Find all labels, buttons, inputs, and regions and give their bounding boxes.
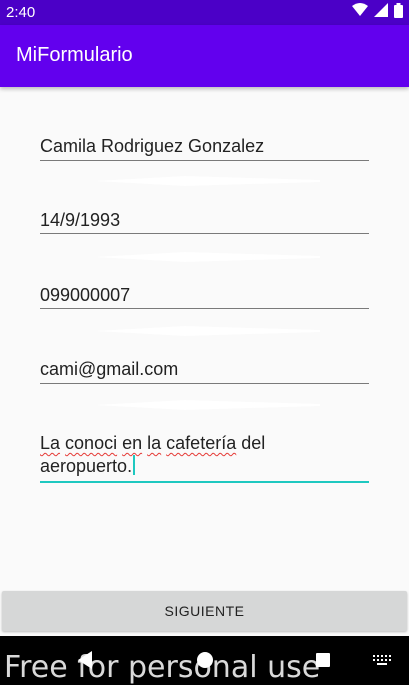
status-bar: 2:40 [0, 0, 409, 25]
description-field-underline [40, 481, 369, 483]
description-word: La [40, 433, 61, 453]
email-field-underline [40, 383, 369, 384]
recents-icon[interactable] [314, 650, 332, 675]
status-icons [352, 2, 403, 23]
birthdate-field-value: 14/9/1993 [40, 210, 121, 230]
description-field-value: La conoci en la cafetería del aeropuerto… [40, 432, 340, 478]
app-title: MiFormulario [16, 44, 133, 66]
name-field-underline [40, 160, 369, 161]
description-word: aeropuerto. [40, 456, 133, 476]
name-field-value: Camila Rodriguez Gonzalez [40, 136, 265, 156]
phone-field[interactable]: 099000007 [40, 284, 369, 309]
description-word: en [122, 433, 143, 453]
name-field[interactable]: Camila Rodriguez Gonzalez [40, 135, 369, 161]
email-field[interactable]: cami@gmail.com [40, 358, 369, 384]
keyboard-icon[interactable] [372, 654, 392, 673]
description-word: del [241, 433, 266, 453]
text-cursor [133, 455, 136, 475]
description-word: conoci [65, 433, 118, 453]
next-button[interactable]: SIGUIENTE [2, 591, 407, 631]
wifi-icon [352, 3, 368, 22]
ripple-artifact [95, 252, 320, 262]
birthdate-field[interactable]: 14/9/1993 [40, 209, 369, 234]
battery-icon [394, 2, 403, 23]
app-screen: 2:40 MiFormulario Camila Rodriguez Gonza… [0, 0, 409, 685]
description-word: cafetería [166, 433, 237, 453]
description-word: la [147, 433, 162, 453]
birthdate-field-underline [40, 233, 369, 234]
status-time: 2:40 [6, 4, 36, 21]
navigation-bar [0, 636, 409, 685]
phone-field-value: 099000007 [40, 285, 131, 305]
phone-field-underline [40, 308, 369, 309]
home-icon[interactable] [196, 650, 214, 675]
ripple-artifact [95, 400, 320, 410]
description-field[interactable]: La conoci en la cafetería del aeropuerto… [40, 432, 369, 483]
email-field-value: cami@gmail.com [40, 359, 179, 379]
signal-icon [374, 3, 388, 22]
ripple-artifact [95, 176, 320, 186]
back-icon[interactable] [76, 650, 94, 675]
ripple-artifact [95, 326, 320, 336]
app-bar: MiFormulario [0, 25, 409, 87]
